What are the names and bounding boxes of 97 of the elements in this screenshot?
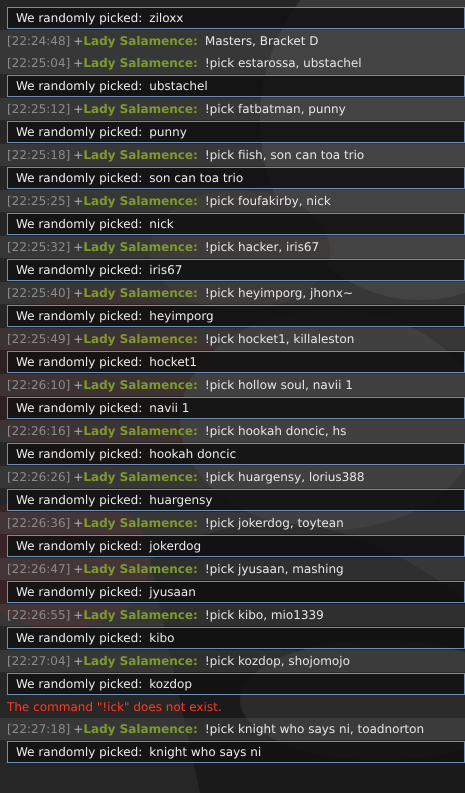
username: Lady Salamence: xyxy=(83,240,198,254)
picked-name: jokerdog xyxy=(149,539,202,553)
message-text: !pick hookah doncic, hs xyxy=(204,424,346,438)
user-rank: + xyxy=(73,608,84,622)
user-rank: + xyxy=(73,378,84,392)
message-text: !pick fatbatman, punny xyxy=(204,102,346,116)
timestamp: [22:26:55] xyxy=(7,608,70,622)
user-rank: + xyxy=(73,722,84,736)
timestamp: [22:25:40] xyxy=(7,286,70,300)
message-text: !pick foufakirby, nick xyxy=(204,194,331,208)
picked-name: huargensy xyxy=(149,493,213,507)
message-text: !pick fiish, son can toa trio xyxy=(204,148,364,162)
announcement-label: We randomly picked: xyxy=(16,79,142,93)
username: Lady Salamence: xyxy=(83,148,198,162)
message-text: !pick estarossa, ubstachel xyxy=(204,56,362,70)
timestamp: [22:26:26] xyxy=(7,470,70,484)
announcement-label: We randomly picked: xyxy=(16,447,142,461)
username: Lady Salamence: xyxy=(83,424,198,438)
timestamp: [22:26:16] xyxy=(7,424,70,438)
user-rank: + xyxy=(73,424,84,438)
picked-name: hocket1 xyxy=(149,355,198,369)
username: Lady Salamence: xyxy=(83,516,198,530)
user-rank: + xyxy=(73,194,84,208)
announcement-label: We randomly picked: xyxy=(16,355,142,369)
announcement-label: We randomly picked: xyxy=(16,493,142,507)
timestamp: [22:26:47] xyxy=(7,562,70,576)
user-rank: + xyxy=(73,332,84,346)
picked-name: ubstachel xyxy=(149,79,208,93)
announcement-label: We randomly picked: xyxy=(16,125,142,139)
picked-name: knight who says ni xyxy=(149,745,262,759)
username: Lady Salamence: xyxy=(83,194,198,208)
timestamp: [22:26:36] xyxy=(7,516,70,530)
announcement-label: We randomly picked: xyxy=(16,631,142,645)
user-rank: + xyxy=(73,240,84,254)
message-text: !pick kibo, mio1339 xyxy=(204,608,324,622)
username: Lady Salamence: xyxy=(83,608,198,622)
announcement-label: We randomly picked: xyxy=(16,745,142,759)
username: Lady Salamence: xyxy=(83,332,198,346)
timestamp: [22:24:48] xyxy=(7,34,70,48)
username: Lady Salamence: xyxy=(83,102,198,116)
timestamp: [22:26:10] xyxy=(7,378,70,392)
error-message: The command "!ick" does not exist. xyxy=(7,700,222,714)
announcement-label: We randomly picked: xyxy=(16,401,142,415)
username: Lady Salamence: xyxy=(83,378,198,392)
picked-name: navii 1 xyxy=(149,401,190,415)
timestamp: [22:25:25] xyxy=(7,194,70,208)
timestamp: [22:25:18] xyxy=(7,148,70,162)
picked-name: heyimporg xyxy=(149,309,214,323)
picked-name: hookah doncic xyxy=(149,447,236,461)
user-rank: + xyxy=(73,654,84,668)
timestamp: [22:25:49] xyxy=(7,332,70,346)
message-text: !pick knight who says ni, toadnorton xyxy=(204,722,424,736)
user-rank: + xyxy=(73,286,84,300)
picked-name: punny xyxy=(149,125,187,139)
announcement-label: We randomly picked: xyxy=(16,217,142,231)
timestamp: [22:25:32] xyxy=(7,240,70,254)
username: Lady Salamence: xyxy=(83,470,198,484)
picked-name: kibo xyxy=(149,631,175,645)
user-rank: + xyxy=(73,148,84,162)
picked-name: kozdop xyxy=(149,677,192,691)
message-text: !pick huargensy, lorius388 xyxy=(204,470,365,484)
user-rank: + xyxy=(73,470,84,484)
timestamp: [22:27:04] xyxy=(7,654,70,668)
message-text: !pick heyimporg, jhonx~ xyxy=(204,286,354,300)
picked-name: son can toa trio xyxy=(149,171,244,185)
message-text: !pick jokerdog, toytean xyxy=(204,516,344,530)
user-rank: + xyxy=(73,516,84,530)
user-rank: + xyxy=(73,56,84,70)
username: Lady Salamence: xyxy=(83,56,198,70)
announcement-label: We randomly picked: xyxy=(16,11,142,25)
username: Lady Salamence: xyxy=(83,654,198,668)
announcement-label: We randomly picked: xyxy=(16,171,142,185)
picked-name: nick xyxy=(149,217,174,231)
announcement-label: We randomly picked: xyxy=(16,539,142,553)
user-rank: + xyxy=(73,34,84,48)
user-rank: + xyxy=(73,102,84,116)
message-text: !pick kozdop, shojomojo xyxy=(204,654,350,668)
message-text: !pick hollow soul, navii 1 xyxy=(204,378,353,392)
message-text: !pick jyusaan, mashing xyxy=(204,562,344,576)
picked-name: jyusaan xyxy=(149,585,196,599)
username: Lady Salamence: xyxy=(83,722,198,736)
timestamp: [22:25:04] xyxy=(7,56,70,70)
announcement-label: We randomly picked: xyxy=(16,585,142,599)
announcement-label: We randomly picked: xyxy=(16,263,142,277)
user-rank: + xyxy=(73,562,84,576)
username: Lady Salamence: xyxy=(83,286,198,300)
message-text: Masters, Bracket D xyxy=(204,34,319,48)
announcement-label: We randomly picked: xyxy=(16,677,142,691)
timestamp: [22:27:18] xyxy=(7,722,70,736)
message-text: !pick hocket1, killaleston xyxy=(204,332,354,346)
message-text: !pick hacker, iris67 xyxy=(204,240,320,254)
username: Lady Salamence: xyxy=(83,562,198,576)
announcement-label: We randomly picked: xyxy=(16,309,142,323)
picked-name: iris67 xyxy=(149,263,182,277)
timestamp: [22:25:12] xyxy=(7,102,70,116)
picked-name: ziloxx xyxy=(149,11,184,25)
username: Lady Salamence: xyxy=(83,34,198,48)
